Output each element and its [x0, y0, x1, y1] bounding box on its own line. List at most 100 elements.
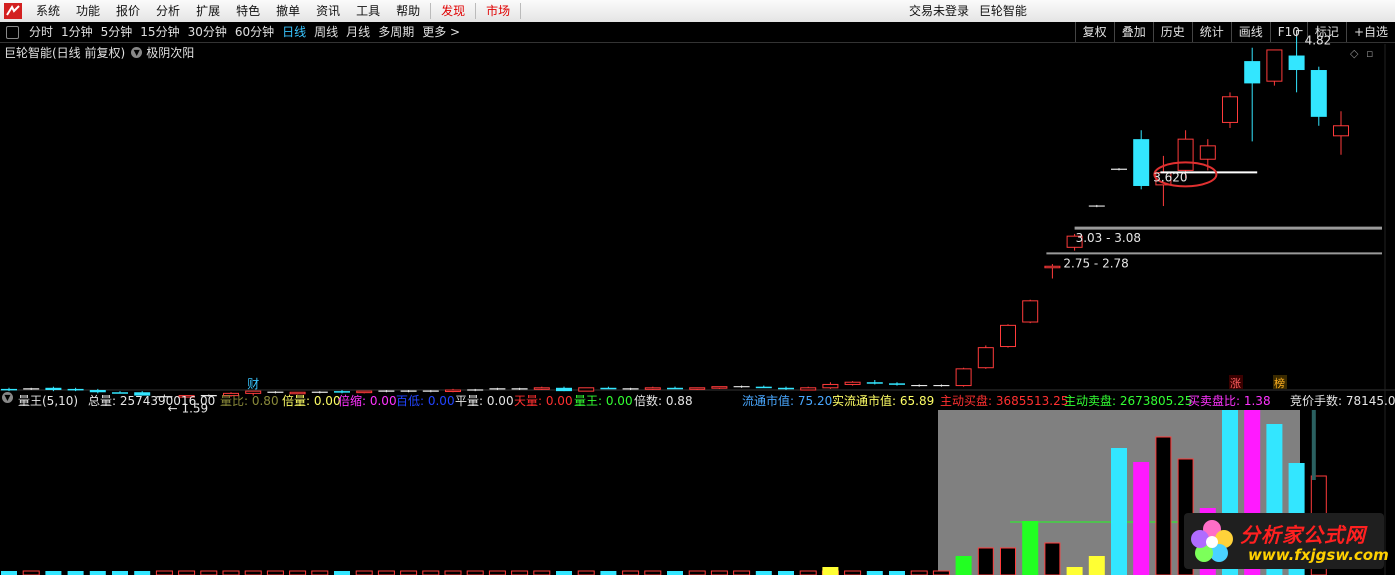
indicator-field-value: 0.00 — [310, 394, 341, 408]
indicator-field: 主动买盘: 3685513.25 — [940, 392, 1068, 409]
volume-bar — [1088, 556, 1105, 575]
volume-bar — [311, 570, 329, 575]
indicator-field-label: 竞价手数: — [1290, 394, 1343, 408]
indicator-field-value: 0.00 — [483, 394, 514, 408]
volume-bar — [511, 570, 529, 575]
candle-body — [1199, 145, 1216, 160]
volume-bar — [355, 570, 373, 575]
volume-bar — [577, 570, 595, 575]
volume-bar — [289, 570, 307, 575]
indicator-field: 买卖盘比: 1.38 — [1188, 392, 1271, 409]
candle-body — [844, 381, 861, 385]
rank-marker: 榜 — [1274, 376, 1285, 390]
watermark-url: www.fxjgsw.com — [1248, 546, 1389, 564]
indicator-field-value: 3685513.25 — [992, 394, 1069, 408]
high-arrow — [1296, 30, 1303, 37]
zone-lower-label: 2.75 - 2.78 — [1063, 256, 1128, 270]
indicator-field: 天量: 0.00 — [514, 392, 573, 409]
volume-bar — [932, 570, 950, 575]
volume-bar — [556, 571, 572, 575]
indicator-field-label: 流通市值: — [742, 394, 795, 408]
volume-bar — [688, 570, 706, 575]
volume-bar — [488, 570, 506, 575]
volume-bar — [866, 571, 883, 575]
indicator-field: 倍数: 0.88 — [634, 392, 693, 409]
volume-bar — [1044, 542, 1061, 575]
candle-body — [889, 383, 905, 385]
indicator-field-value: 0.00 — [542, 394, 573, 408]
circled-price-label: 3.620 — [1153, 170, 1187, 184]
indicator-title[interactable]: 量王(5,10) — [18, 392, 78, 409]
candle-body — [1177, 138, 1194, 171]
indicator-field-label: 总量: — [88, 394, 117, 408]
indicator-field-value: 0.88 — [662, 394, 693, 408]
indicator-field-value: 0.80 — [248, 394, 279, 408]
indicator-field-label: 天量: — [514, 394, 543, 408]
indicator-field-label: 百低: — [396, 394, 425, 408]
indicator-field: 量比: 0.80 — [220, 392, 279, 409]
indicator-field: 倍量: 0.00 — [282, 392, 341, 409]
volume-bar — [622, 570, 640, 575]
indicator-field-value: 2574390016.00 — [116, 394, 216, 408]
candle-body — [1266, 49, 1283, 82]
volume-bar — [733, 570, 751, 575]
candle-body — [1310, 70, 1327, 117]
volume-bar — [22, 570, 40, 575]
candle-body — [1288, 55, 1305, 71]
indicator-field-label: 量王: — [574, 394, 603, 408]
indicator-field-label: 平量: — [455, 394, 484, 408]
candlestick-chart[interactable]: ◇ ▫ ← 1.594.823.03 - 3.082.75 - 2.783.620… — [0, 0, 1395, 575]
indicator-field: 主动卖盘: 2673805.25 — [1064, 392, 1192, 409]
candle-body — [667, 387, 683, 390]
volume-bar — [1311, 410, 1316, 480]
indicator-field-value: 0.00 — [602, 394, 633, 408]
volume-bar — [910, 570, 928, 575]
volume-bar — [977, 547, 994, 575]
watermark-title: 分析家公式网 — [1240, 523, 1366, 547]
volume-bar — [89, 571, 106, 575]
volume-bar — [200, 570, 218, 575]
volume-bar — [822, 567, 839, 575]
candle-body — [1244, 61, 1261, 84]
indicator-field-value: 0.00 — [366, 394, 397, 408]
volume-bar — [178, 570, 196, 575]
candle-body — [1133, 139, 1150, 186]
volume-bar — [799, 570, 817, 575]
square-icon: ▫ — [1366, 47, 1373, 60]
indicator-field-label: 量比: — [220, 394, 249, 408]
volume-bar — [778, 571, 794, 575]
volume-bar — [134, 571, 151, 575]
candle-body — [778, 387, 794, 390]
indicator-field-label: 主动卖盘: — [1064, 394, 1117, 408]
indicator-field-label: 主动买盘: — [940, 394, 993, 408]
candle-body — [578, 387, 595, 392]
candle-body — [600, 387, 617, 390]
candle-body — [711, 386, 728, 389]
candle-body — [67, 388, 84, 391]
indicator-field: 百低: 0.00 — [396, 392, 455, 409]
volume-bar — [533, 570, 551, 575]
volume-bar — [400, 570, 418, 575]
volume-bar — [444, 570, 462, 575]
limit-up-marker: 涨 — [1230, 377, 1241, 390]
diamond-icon: ◇ — [1350, 47, 1359, 60]
volume-bar — [755, 571, 772, 575]
indicator-field: 流通市值: 75.20 — [742, 392, 832, 409]
candle-body — [45, 387, 62, 391]
volume-bar — [112, 571, 128, 575]
indicator-field-label: 实流通市值: — [832, 394, 897, 408]
candle-body — [755, 386, 772, 389]
volume-bar — [222, 570, 240, 575]
candle-body — [533, 387, 550, 390]
volume-bar — [955, 556, 972, 575]
zone-upper-label: 3.03 - 3.08 — [1076, 231, 1141, 245]
candle-body — [644, 387, 661, 390]
volume-bar — [844, 570, 862, 575]
indicator-field-label: 买卖盘比: — [1188, 394, 1241, 408]
volume-bar — [1066, 567, 1083, 575]
candle-body — [822, 383, 839, 389]
candle-body — [556, 387, 572, 392]
indicator-field: 实流通市值: 65.89 — [832, 392, 934, 409]
volume-bar — [1155, 436, 1172, 575]
volume-bar — [1133, 462, 1150, 575]
